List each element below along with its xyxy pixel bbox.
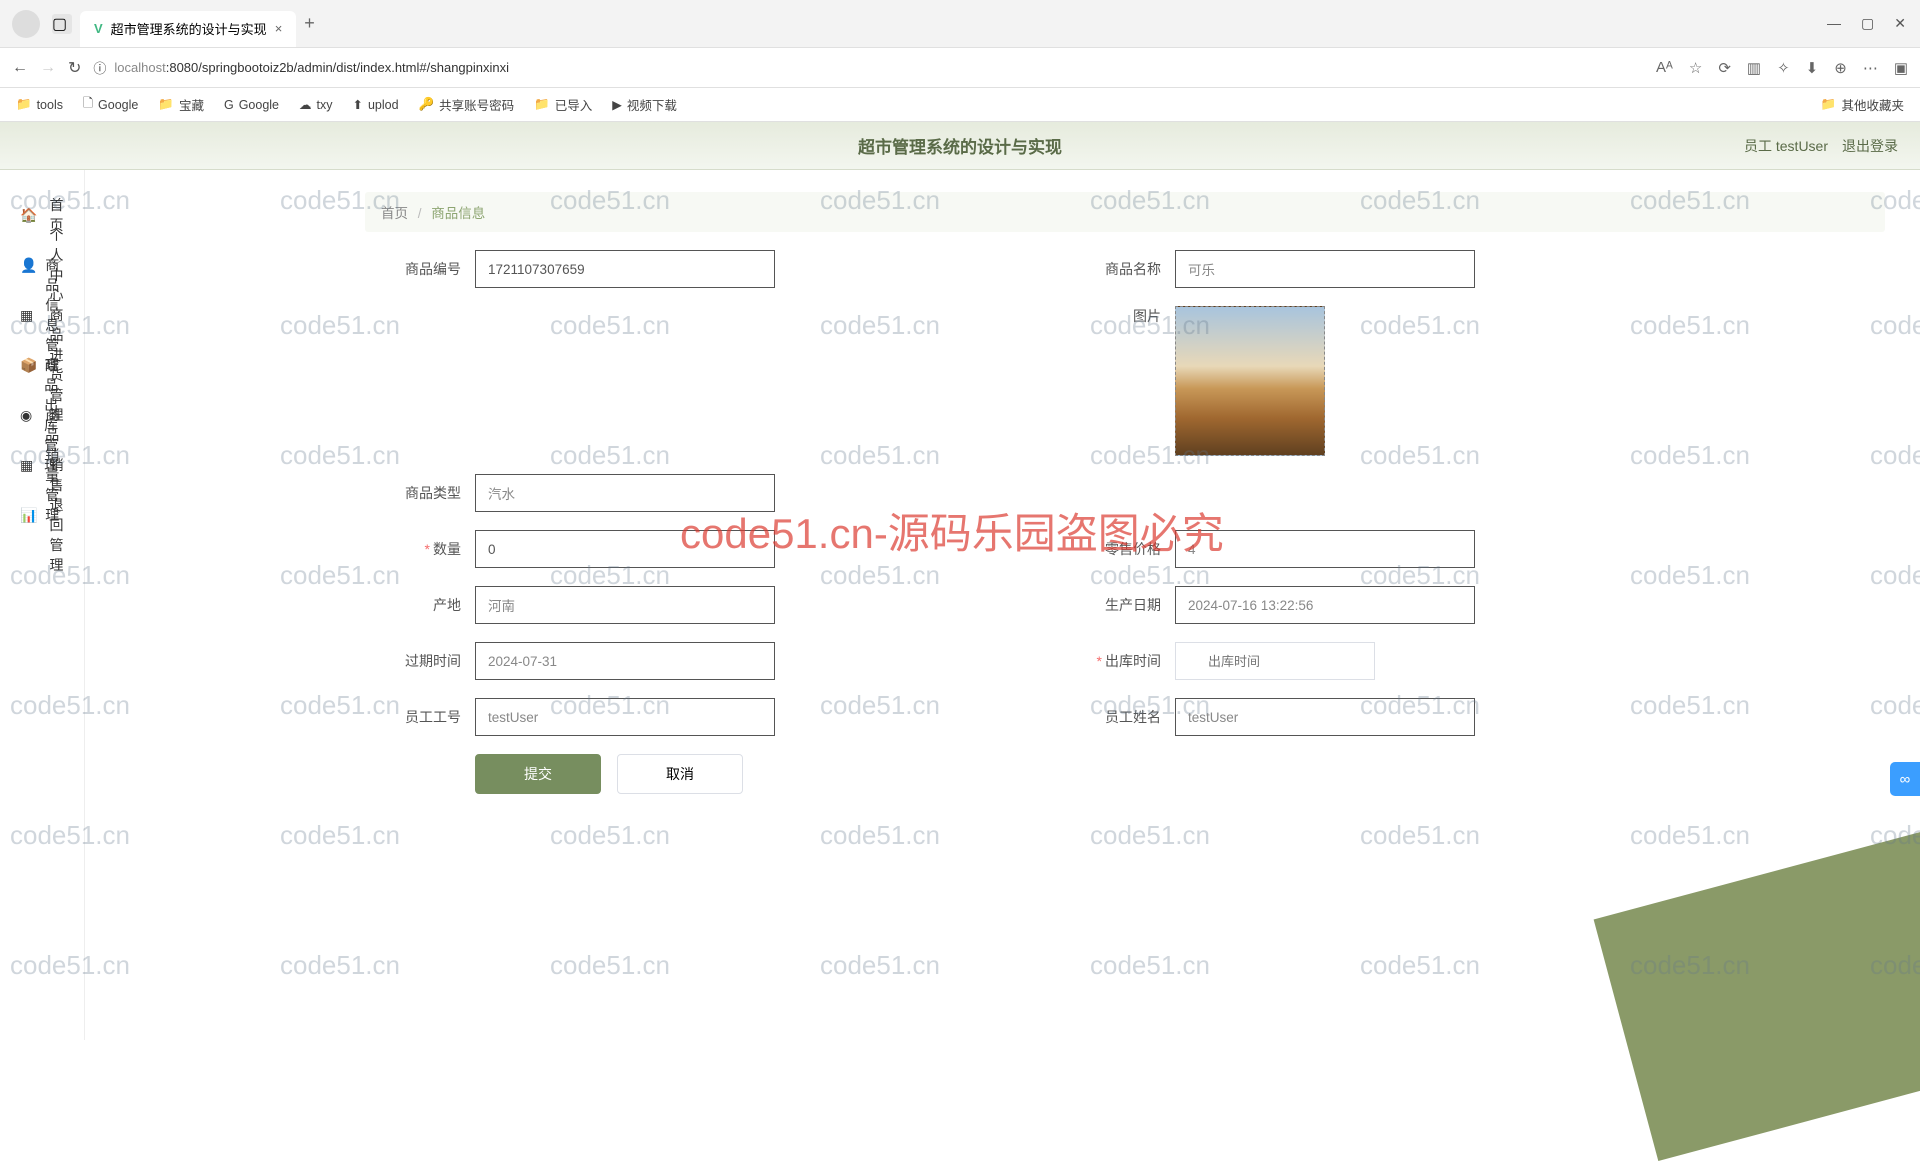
menu-return[interactable]: 📊销售退回管理﹀ (0, 490, 84, 540)
menu-profile[interactable]: 👤个人中心﹀ (0, 240, 84, 290)
text-size-icon[interactable]: Aᴬ (1656, 59, 1673, 77)
back-button[interactable]: ← (12, 59, 28, 77)
breadcrumb-current: 商品信息 (431, 206, 485, 221)
minimize-icon[interactable]: — (1827, 15, 1841, 32)
retail-price-input[interactable] (1175, 530, 1475, 568)
bookmark-google2[interactable]: G Google (224, 98, 279, 112)
bookmark-tools[interactable]: 📁tools (16, 97, 63, 112)
label-emp-id: 员工工号 (345, 707, 475, 727)
out-time-input[interactable] (1175, 642, 1375, 680)
chevron-down-icon: ﹀ (50, 507, 62, 524)
product-type-input[interactable] (475, 474, 775, 512)
download-icon[interactable]: ⬇ (1806, 59, 1819, 77)
menu-product-info[interactable]: ▦商品信息管理﹀ (0, 290, 84, 340)
label-emp-name: 员工姓名 (1045, 707, 1175, 727)
menu-outstock[interactable]: ◉商品出库管理﹀ (0, 390, 84, 440)
label-product-code: 商品编号 (345, 259, 475, 279)
new-tab-button[interactable]: + (304, 13, 315, 34)
label-image: 图片 (1045, 306, 1175, 326)
app-header: 超市管理系统的设计与实现 员工 testUser 退出登录 (0, 122, 1920, 170)
label-out-time: *出库时间 (1045, 651, 1175, 671)
app-title: 超市管理系统的设计与实现 (858, 133, 1062, 158)
label-origin: 产地 (345, 595, 475, 615)
product-name-input[interactable] (1175, 250, 1475, 288)
product-image-upload[interactable] (1175, 306, 1325, 456)
bookmark-txy[interactable]: ☁ txy (299, 97, 332, 112)
forward-button[interactable]: → (40, 59, 56, 77)
profile-icon[interactable] (12, 10, 40, 38)
maximize-icon[interactable]: ▢ (1861, 15, 1874, 32)
quantity-input[interactable] (475, 530, 775, 568)
refresh-button[interactable]: ↻ (68, 58, 81, 78)
sidebar-icon[interactable]: ▣ (1894, 59, 1908, 77)
side-widget-icon[interactable]: ∞ (1890, 762, 1920, 796)
bookmark-baozang[interactable]: 📁宝藏 (158, 95, 204, 114)
label-product-name: 商品名称 (1045, 259, 1175, 279)
bookmark-imported[interactable]: 📁已导入 (534, 95, 592, 114)
bookmark-share[interactable]: 🔑 共享账号密码 (419, 95, 515, 114)
favorite-icon[interactable]: ☆ (1689, 59, 1702, 77)
browser-url-bar: ← → ↻ ⓘ localhost:8080/springbootoiz2b/a… (0, 48, 1920, 88)
address-bar[interactable]: ⓘ localhost:8080/springbootoiz2b/admin/d… (93, 58, 1644, 77)
breadcrumb: 首页 / 商品信息 (365, 192, 1885, 232)
label-retail-price: 零售价格 (1045, 539, 1175, 559)
cancel-button[interactable]: 取消 (617, 754, 743, 794)
split-icon[interactable]: ▥ (1747, 59, 1761, 77)
bookmark-uplod[interactable]: ⬆ uplod (352, 97, 398, 112)
menu-purchase[interactable]: 📦商品进货管理﹀ (0, 340, 84, 390)
tab-stack-icon[interactable]: ▢ (52, 14, 72, 34)
close-tab-icon[interactable]: × (275, 21, 283, 36)
label-product-type: 商品类型 (345, 483, 475, 503)
emp-id-input[interactable] (475, 698, 775, 736)
close-window-icon[interactable]: ✕ (1894, 15, 1906, 32)
bookmarks-bar: 📁tools 🗋 Google 📁宝藏 G Google ☁ txy ⬆ upl… (0, 88, 1920, 122)
submit-button[interactable]: 提交 (475, 754, 601, 794)
browser-tab[interactable]: V 超市管理系统的设计与实现 × (80, 11, 296, 47)
breadcrumb-home[interactable]: 首页 (381, 206, 408, 221)
sync-icon[interactable]: ⟳ (1718, 59, 1731, 77)
sidebar: 🏠首页 👤个人中心﹀ ▦商品信息管理﹀ 📦商品进货管理﹀ ◉商品出库管理﹀ ▦商… (0, 170, 85, 1040)
menu-sales[interactable]: ▦商品销量管理﹀ (0, 440, 84, 490)
tab-title: 超市管理系统的设计与实现 (111, 19, 267, 38)
label-quantity: *数量 (345, 539, 475, 559)
bookmark-google[interactable]: 🗋 Google (83, 94, 138, 115)
other-bookmarks[interactable]: 📁其他收藏夹 (1821, 95, 1904, 114)
bookmark-video[interactable]: ▶ 视频下载 (612, 95, 677, 114)
logout-button[interactable]: 退出登录 (1842, 136, 1898, 156)
info-icon: ⓘ (93, 58, 106, 77)
vue-favicon-icon: V (94, 21, 103, 36)
user-info[interactable]: 员工 testUser (1744, 136, 1828, 156)
collections-icon[interactable]: ✧ (1777, 59, 1790, 77)
origin-input[interactable] (475, 586, 775, 624)
label-prod-date: 生产日期 (1045, 595, 1175, 615)
menu-home[interactable]: 🏠首页 (0, 190, 84, 240)
browser-tab-bar: ▢ V 超市管理系统的设计与实现 × + — ▢ ✕ (0, 0, 1920, 48)
extensions-icon[interactable]: ⊕ (1834, 59, 1847, 77)
emp-name-input[interactable] (1175, 698, 1475, 736)
prod-date-input[interactable] (1175, 586, 1475, 624)
product-code-input[interactable] (475, 250, 775, 288)
expire-input[interactable] (475, 642, 775, 680)
menu-icon[interactable]: ⋯ (1863, 59, 1878, 77)
label-expire: 过期时间 (345, 651, 475, 671)
